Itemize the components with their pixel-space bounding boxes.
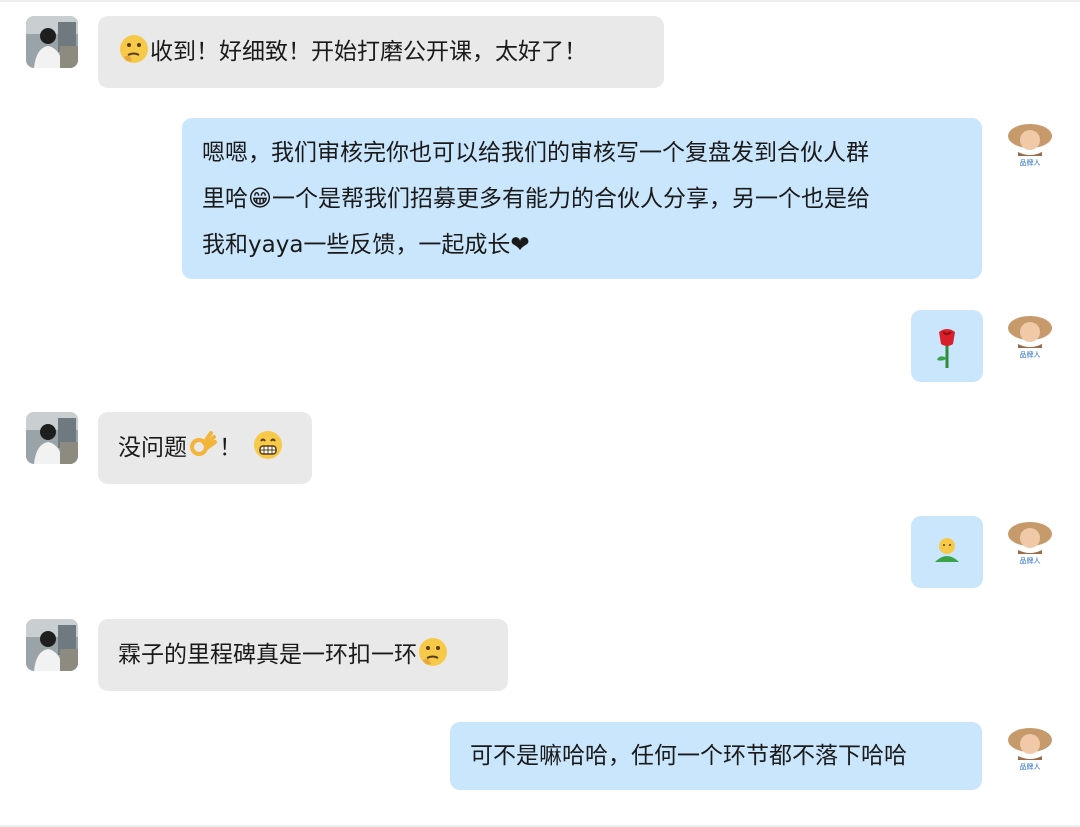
message-bubble-outgoing[interactable]	[911, 516, 983, 588]
message-text: 可不是嘛哈哈，任何一个环节都不落下哈哈	[470, 743, 907, 769]
my-avatar[interactable]: 品牌人	[1004, 722, 1056, 774]
my-avatar[interactable]: 品牌人	[1004, 516, 1056, 568]
message-bubble-incoming[interactable]: 收到！好细致！开始打磨公开课，太好了！	[98, 16, 664, 88]
message-text: 霖子的里程碑真是一环扣一环	[118, 642, 417, 668]
contact-avatar[interactable]	[26, 619, 78, 671]
message-text: 收到！好细致！开始打磨公开课，太好了！	[150, 39, 587, 65]
svg-text:品牌人: 品牌人	[1020, 762, 1041, 771]
message-text: 没问题	[118, 435, 187, 461]
message-line: 嗯嗯，我们审核完你也可以给我们的审核写一个复盘发到合伙人群	[202, 140, 869, 166]
message-text: ！	[219, 435, 242, 461]
chat-window: 收到！好细致！开始打磨公开课，太好了！ 品牌人 嗯嗯，我们审核完你也可以给我们的…	[0, 0, 1080, 827]
my-avatar[interactable]: 品牌人	[1004, 118, 1056, 170]
svg-text:品牌人: 品牌人	[1020, 350, 1041, 359]
message-line: 我和yaya一些反馈，一起成长❤	[202, 232, 530, 258]
contact-avatar[interactable]	[26, 16, 78, 68]
person-emoji-icon	[935, 538, 959, 562]
message-line: 里哈😁一个是帮我们招募更多有能力的合伙人分享，另一个也是给	[202, 186, 870, 212]
ok-hand-icon	[190, 431, 217, 456]
message-bubble-incoming[interactable]: 没问题 ！	[98, 412, 312, 484]
message-bubble-outgoing[interactable]: 可不是嘛哈哈，任何一个环节都不落下哈哈	[450, 722, 982, 790]
grinning-face-icon	[254, 431, 282, 459]
message-bubble-incoming[interactable]: 霖子的里程碑真是一环扣一环	[98, 619, 508, 691]
rose-icon	[937, 329, 955, 368]
message-bubble-outgoing[interactable]	[911, 310, 983, 382]
svg-text:品牌人: 品牌人	[1020, 556, 1041, 565]
message-bubble-outgoing[interactable]: 嗯嗯，我们审核完你也可以给我们的审核写一个复盘发到合伙人群 里哈😁一个是帮我们招…	[182, 118, 982, 279]
thinking-face-icon	[419, 638, 447, 666]
svg-text:品牌人: 品牌人	[1020, 158, 1041, 167]
contact-avatar[interactable]	[26, 412, 78, 464]
my-avatar[interactable]: 品牌人	[1004, 310, 1056, 362]
thinking-face-icon	[120, 35, 148, 63]
